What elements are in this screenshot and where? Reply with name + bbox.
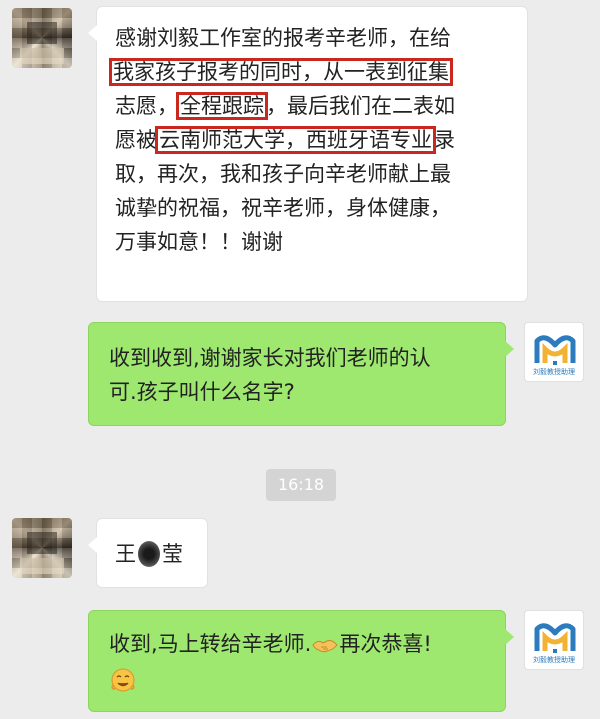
message-line: 取，再次，我和孩子向辛老师献上最 [115,162,451,186]
logo-caption: 刘毅教授助理 [533,368,575,376]
blurred-character [138,541,160,567]
highlight-box: 云南师范大学，西班牙语专业 [155,126,436,154]
message-line: 志愿，全程跟踪，最后我们在二表如 [115,92,455,120]
message-line: 感谢刘毅工作室的报考辛老师，在给 [115,26,451,50]
assistant-avatar[interactable]: 刘毅教授助理 [524,610,584,670]
message-line: 诚挚的祝福，祝辛老师，身体健康， [115,196,451,220]
smiling-face-icon [109,665,137,703]
message-line: 愿被云南师范大学，西班牙语专业录 [115,126,455,154]
logo-caption: 刘毅教授助理 [533,656,575,664]
message-line: 万事如意！！谢谢 [115,230,283,254]
message-line: 收到收到,谢谢家长对我们老师的认 [109,346,431,370]
sender-avatar[interactable] [12,518,72,578]
assistant-avatar[interactable]: 刘毅教授助理 [524,322,584,382]
incoming-message-bubble[interactable]: 感谢刘毅工作室的报考辛老师，在给 我家孩子报考的同时，从一表到征集 志愿，全程跟… [88,6,528,302]
sender-avatar[interactable] [12,8,72,68]
handshake-icon [311,631,339,665]
outgoing-message-bubble[interactable]: 收到,马上转给辛老师. 再次恭喜! [88,610,514,712]
message-line: 王莹 [115,541,183,567]
logo-icon [534,335,576,365]
avatar-pixelated [20,48,64,64]
timestamp: 16:18 [266,469,336,501]
message-line: 可.孩子叫什么名字? [109,380,295,404]
highlight-box: 我家孩子报考的同时，从一表到征集 [109,58,453,86]
outgoing-message-bubble[interactable]: 收到收到,谢谢家长对我们老师的认 可.孩子叫什么名字? [88,322,514,426]
message-line-highlighted: 我家孩子报考的同时，从一表到征集 [109,55,527,89]
incoming-message-bubble[interactable]: 王莹 [88,518,208,588]
logo-icon [534,623,576,653]
avatar-pixelated [20,558,64,574]
message-line [109,665,505,703]
message-line: 收到,马上转给辛老师. 再次恭喜! [109,627,505,665]
highlight-box: 全程跟踪 [176,92,268,120]
